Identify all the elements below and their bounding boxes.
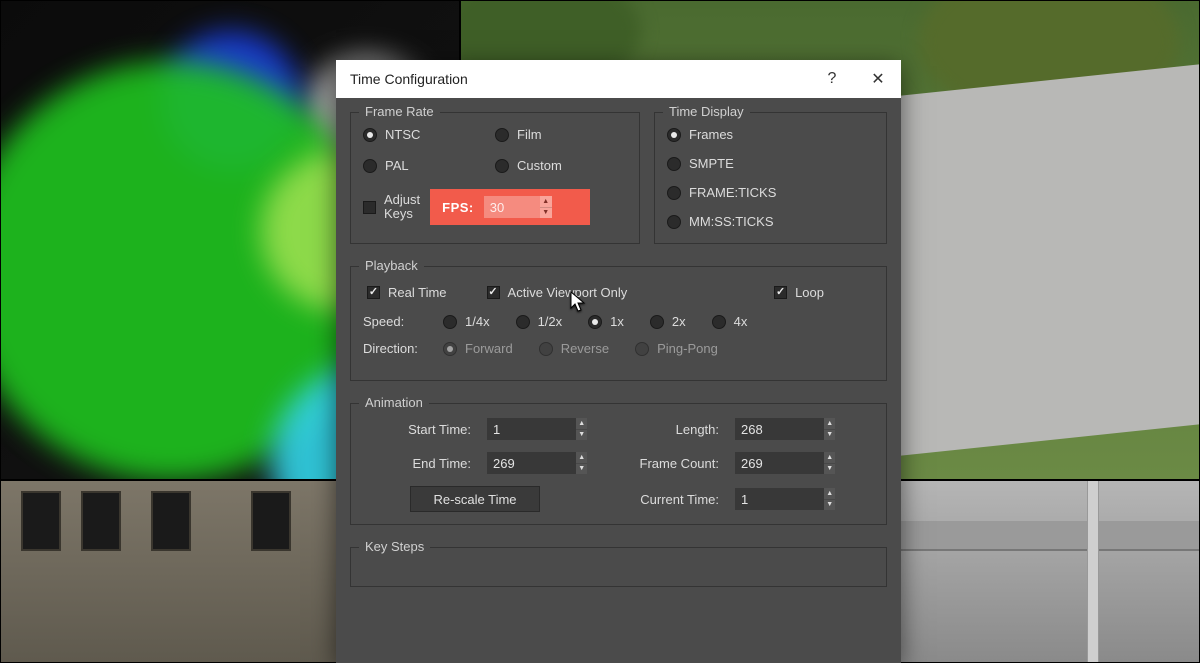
checkbox-label: Loop: [795, 285, 824, 300]
help-button[interactable]: ?: [809, 60, 855, 98]
start-time-label: Start Time:: [363, 422, 473, 437]
end-time-label: End Time:: [363, 456, 473, 471]
radio-label: SMPTE: [689, 156, 734, 171]
radio-label: 1/4x: [465, 314, 490, 329]
close-icon: ✕: [871, 69, 884, 89]
direction-pingpong-radio: Ping-Pong: [635, 341, 718, 356]
pillar: [1087, 481, 1099, 663]
time-display-group: Time Display Frames SMPTE FRAME:TICKS MM…: [654, 112, 887, 244]
length-spinner[interactable]: ▲▼: [735, 418, 835, 440]
animation-group: Animation Start Time: ▲▼ Length: ▲▼ End …: [350, 403, 887, 525]
loop-checkbox[interactable]: Loop: [774, 285, 824, 300]
speed-half-radio[interactable]: 1/2x: [516, 314, 563, 329]
direction-label: Direction:: [363, 341, 429, 356]
spinner-down-icon[interactable]: ▼: [576, 430, 587, 441]
close-button[interactable]: ✕: [855, 60, 901, 98]
time-display-frameticks-radio[interactable]: FRAME:TICKS: [667, 185, 874, 200]
spinner-down-icon[interactable]: ▼: [824, 430, 835, 441]
fps-highlight: FPS: ▲ ▼: [430, 189, 590, 225]
start-time-input[interactable]: [487, 418, 576, 440]
frame-count-spinner[interactable]: ▲▼: [735, 452, 835, 474]
adjust-keys-checkbox[interactable]: Adjust Keys: [363, 193, 420, 222]
building-window: [21, 491, 61, 551]
frame-rate-group: Frame Rate NTSC Film PAL Custom Adjust K…: [350, 112, 640, 244]
frame-rate-pal-radio[interactable]: PAL: [363, 158, 495, 173]
frame-rate-legend: Frame Rate: [359, 104, 440, 119]
dialog-title: Time Configuration: [350, 71, 809, 87]
playback-group: Playback Real Time Active Viewport Only …: [350, 266, 887, 381]
spinner-down-icon[interactable]: ▼: [540, 208, 552, 219]
time-configuration-dialog: Time Configuration ? ✕ Frame Rate NTSC F…: [336, 60, 901, 663]
rescale-time-button[interactable]: Re-scale Time: [410, 486, 539, 512]
frame-count-input[interactable]: [735, 452, 824, 474]
spinner-up-icon[interactable]: ▲: [540, 196, 552, 208]
length-input[interactable]: [735, 418, 824, 440]
radio-label: 4x: [734, 314, 748, 329]
radio-label: MM:SS:TICKS: [689, 214, 774, 229]
fps-input[interactable]: [484, 196, 540, 218]
radio-label: Film: [517, 127, 542, 142]
current-time-label: Current Time:: [601, 492, 721, 507]
fps-label: FPS:: [442, 200, 474, 215]
animation-legend: Animation: [359, 395, 429, 410]
direction-forward-radio: Forward: [443, 341, 513, 356]
speed-2x-radio[interactable]: 2x: [650, 314, 686, 329]
length-label: Length:: [601, 422, 721, 437]
speed-1x-radio[interactable]: 1x: [588, 314, 624, 329]
time-display-mmssticks-radio[interactable]: MM:SS:TICKS: [667, 214, 874, 229]
spinner-up-icon[interactable]: ▲: [824, 452, 835, 464]
radio-label: Ping-Pong: [657, 341, 718, 356]
key-steps-legend: Key Steps: [359, 539, 430, 554]
end-time-input[interactable]: [487, 452, 576, 474]
start-time-spinner[interactable]: ▲▼: [487, 418, 587, 440]
checkbox-label: Adjust Keys: [384, 193, 420, 222]
frame-rate-ntsc-radio[interactable]: NTSC: [363, 127, 495, 142]
radio-label: Custom: [517, 158, 562, 173]
radio-label: NTSC: [385, 127, 420, 142]
radio-label: Forward: [465, 341, 513, 356]
radio-label: 2x: [672, 314, 686, 329]
frame-count-label: Frame Count:: [601, 456, 721, 471]
direction-reverse-radio: Reverse: [539, 341, 609, 356]
radio-label: FRAME:TICKS: [689, 185, 776, 200]
radio-label: Reverse: [561, 341, 609, 356]
end-time-spinner[interactable]: ▲▼: [487, 452, 587, 474]
real-time-checkbox[interactable]: Real Time: [367, 285, 447, 300]
spinner-up-icon[interactable]: ▲: [824, 488, 835, 500]
spinner-down-icon[interactable]: ▼: [824, 500, 835, 511]
speed-label: Speed:: [363, 314, 429, 329]
frame-rate-custom-radio[interactable]: Custom: [495, 158, 627, 173]
time-display-smpte-radio[interactable]: SMPTE: [667, 156, 874, 171]
radio-label: 1/2x: [538, 314, 563, 329]
spinner-down-icon[interactable]: ▼: [576, 464, 587, 475]
current-time-spinner[interactable]: ▲▼: [735, 488, 835, 510]
time-display-frames-radio[interactable]: Frames: [667, 127, 874, 142]
frame-rate-film-radio[interactable]: Film: [495, 127, 627, 142]
checkbox-label: Active Viewport Only: [508, 285, 628, 300]
radio-label: PAL: [385, 158, 409, 173]
titlebar[interactable]: Time Configuration ? ✕: [336, 60, 901, 98]
building-window: [81, 491, 121, 551]
key-steps-group: Key Steps: [350, 547, 887, 587]
current-time-input[interactable]: [735, 488, 824, 510]
spinner-up-icon[interactable]: ▲: [824, 418, 835, 430]
question-icon: ?: [828, 70, 837, 88]
speed-4x-radio[interactable]: 4x: [712, 314, 748, 329]
playback-legend: Playback: [359, 258, 424, 273]
spinner-up-icon[interactable]: ▲: [576, 452, 587, 464]
checkbox-label: Real Time: [388, 285, 447, 300]
spinner-down-icon[interactable]: ▼: [824, 464, 835, 475]
building-window: [251, 491, 291, 551]
building-window: [151, 491, 191, 551]
time-display-legend: Time Display: [663, 104, 750, 119]
radio-label: 1x: [610, 314, 624, 329]
speed-quarter-radio[interactable]: 1/4x: [443, 314, 490, 329]
radio-label: Frames: [689, 127, 733, 142]
active-viewport-checkbox[interactable]: Active Viewport Only: [487, 285, 628, 300]
fps-spinner[interactable]: ▲ ▼: [484, 196, 552, 218]
spinner-up-icon[interactable]: ▲: [576, 418, 587, 430]
